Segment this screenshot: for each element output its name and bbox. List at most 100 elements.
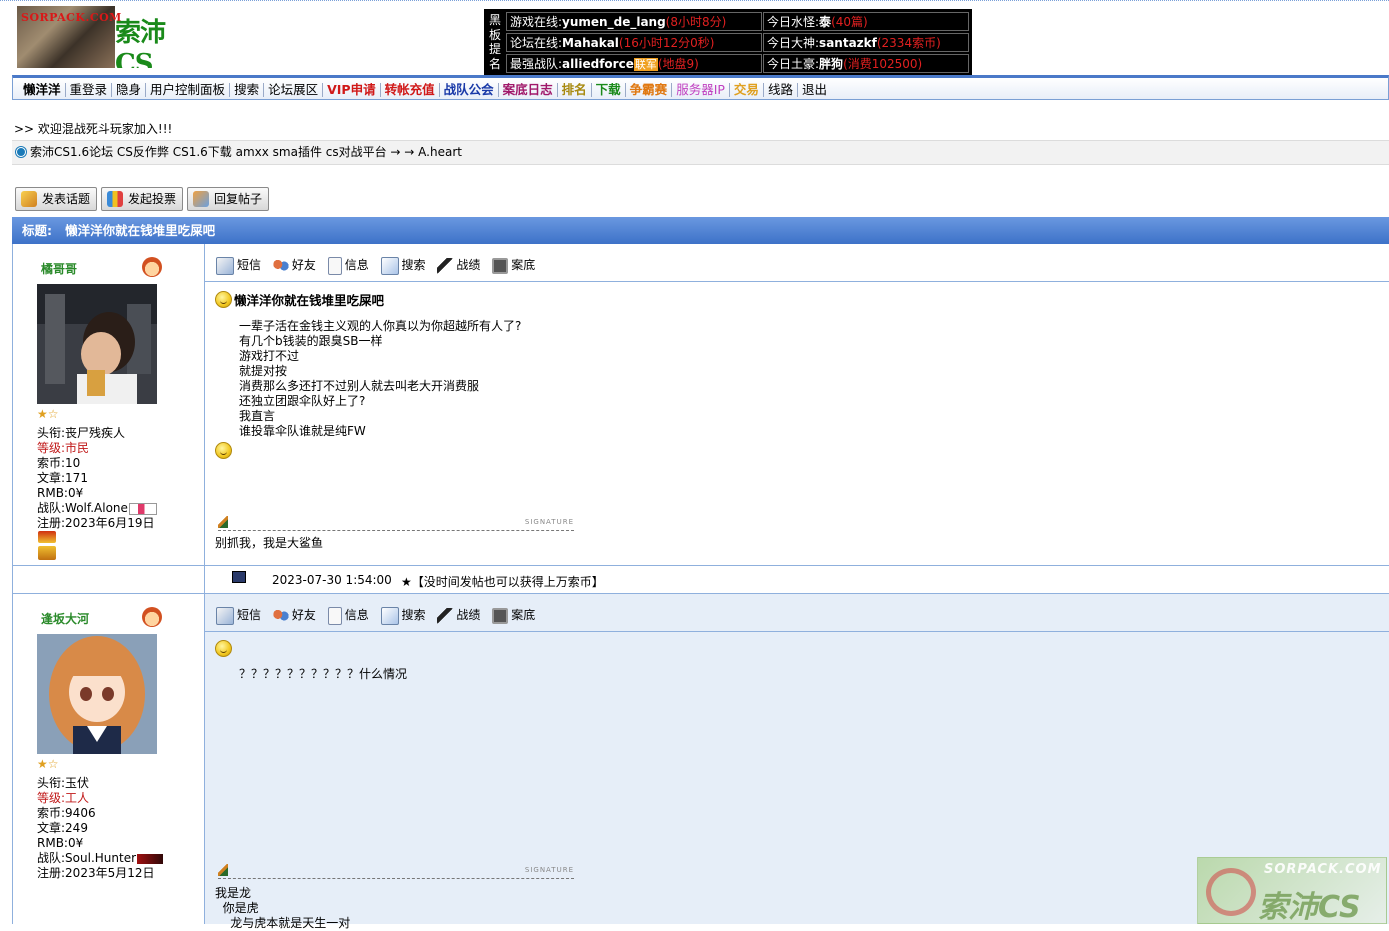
author-name[interactable]: 橘哥哥 — [41, 260, 77, 277]
post-1: 橘哥哥 ★☆ 头衔:丧尸残疾人 等级:市民 索币:10 文章:171 RMB:0… — [12, 244, 1389, 565]
post-line: ？？？？？？？？？？什么情况 — [239, 667, 408, 681]
board-rich-guy[interactable]: 今日土豪:胖狗(消费102500) — [763, 54, 969, 73]
new-poll-button[interactable]: 发起投票 — [101, 187, 184, 211]
post-1-footer: 2023-07-30 1:54:00 ★【没时间发帖也可以获得上万索币】 — [12, 565, 1389, 594]
nav-item-4[interactable]: 搜索 — [230, 83, 265, 97]
board-game-online[interactable]: 游戏在线:yumen_de_lang(8小时8分) — [506, 12, 762, 31]
author-team[interactable]: Wolf.Alone — [65, 501, 128, 515]
post-body: ？？？？？？？？？？什么情况 SIGNATURE 我是龙 你是虎 龙与虎本就是天… — [215, 640, 1379, 930]
document-icon — [327, 606, 342, 625]
nav-item-8[interactable]: 战队公会 — [440, 83, 499, 97]
board-strongest-team[interactable]: 最强战队:alliedforce联军(地盘9) — [506, 54, 762, 73]
author-register-date: 2023年6月19日 — [65, 516, 155, 530]
avatar[interactable] — [37, 634, 157, 754]
tool-search[interactable]: 搜索 — [380, 606, 426, 625]
nav-item-15[interactable]: 线路 — [764, 83, 798, 97]
author-name[interactable]: 逢坂大河 — [41, 610, 89, 627]
signature-divider: SIGNATURE — [218, 516, 574, 531]
tool-info[interactable]: 信息 — [327, 256, 369, 275]
new-topic-button[interactable]: 发表话题 — [15, 187, 98, 211]
nav-item-0[interactable]: 懒洋洋 — [19, 83, 66, 97]
breadcrumb: 索沛CS1.6论坛 CS反作弊 CS1.6下载 amxx sma插件 cs对战平… — [12, 140, 1389, 165]
friends-icon — [272, 607, 289, 624]
tool-case[interactable]: 案底 — [492, 606, 535, 624]
board-forum-online[interactable]: 论坛在线:Mahakal(16小时12分0秒) — [506, 33, 762, 52]
post-line: 游戏打不过 — [239, 349, 300, 363]
envelope-icon — [216, 256, 234, 275]
avatar[interactable] — [37, 284, 157, 404]
post-line: 谁投靠伞队谁就是纯FW — [239, 424, 366, 438]
rank-stars: ★☆ — [37, 407, 59, 421]
search-icon — [380, 256, 399, 275]
signature-line: 我是龙 — [215, 886, 252, 900]
nav-item-12[interactable]: 争霸赛 — [626, 83, 673, 97]
post-line: 消费那么多还打不过别人就去叫老大开消费服 — [239, 379, 480, 393]
footer-note[interactable]: ★【没时间发帖也可以获得上万索币】 — [401, 573, 604, 590]
reply-button[interactable]: 回复帖子 — [187, 187, 270, 211]
nav-item-6[interactable]: VIP申请 — [323, 83, 381, 97]
logo-cs-text: 索沛CS — [115, 18, 166, 68]
nav-item-13[interactable]: 服务器IP — [672, 83, 730, 97]
computer-icon[interactable] — [232, 571, 246, 583]
nav-item-11[interactable]: 下载 — [592, 83, 626, 97]
post-line: 有几个b钱装的跟臭SB一样 — [239, 334, 383, 348]
nav-item-7[interactable]: 转帐充值 — [381, 83, 440, 97]
welcome-message: >> 欢迎混战死斗玩家加入!!! — [14, 122, 173, 136]
nav-item-5[interactable]: 论坛展区 — [264, 83, 324, 97]
board-great-god[interactable]: 今日大神:santazkf(2334索币) — [763, 33, 969, 52]
post-tools: 短信 好友 信息 搜索 战绩 案底 — [216, 256, 543, 275]
author-title: 丧尸残疾人 — [65, 426, 126, 440]
signature-line: 你是虎 — [215, 901, 259, 915]
top-border — [0, 0, 1389, 1]
site-watermark: SORPACK.COM 索沛CS — [1197, 857, 1387, 925]
monitor-icon — [492, 607, 509, 624]
author-info: 头衔:玉伏 等级:工人 索币:9406 文章:249 RMB:0¥ 战队:Sou… — [37, 776, 164, 881]
nav-item-14[interactable]: 交易 — [730, 83, 764, 97]
tool-friend[interactable]: 好友 — [272, 256, 316, 274]
tool-search[interactable]: 搜索 — [380, 256, 426, 275]
author-title: 玉伏 — [65, 776, 90, 790]
board-water-monster[interactable]: 今日水怪:泰(40篇) — [763, 12, 969, 31]
author-coins: 9406 — [65, 806, 96, 820]
pencil-paper-icon — [21, 191, 37, 207]
blackboard-panel: 黑 板 提 名 游戏在线:yumen_de_lang(8小时8分) 今日水怪:泰… — [484, 9, 972, 77]
thread-title-text: 懒洋洋你就在钱堆里吃屎吧 — [65, 223, 216, 238]
post-line: 就提对按 — [239, 364, 288, 378]
site-logo[interactable]: SORPACK.COM 索沛CS — [17, 6, 199, 68]
team-tag-badge: 联军 — [633, 58, 658, 71]
tool-info[interactable]: 信息 — [327, 606, 369, 625]
tool-friend[interactable]: 好友 — [272, 606, 316, 624]
signature-line: 别抓我，我是大鲨鱼 — [215, 536, 324, 550]
nav-item-10[interactable]: 排名 — [558, 83, 592, 97]
envelope-icon — [216, 606, 234, 625]
post-header-divider — [205, 281, 1389, 282]
nav-item-2[interactable]: 隐身 — [112, 83, 147, 97]
main-nav-bar: 懒洋洋 重登录 隐身 用户控制面板 搜索 论坛展区 VIP申请 转帐充值 战队公会 案底日志 排名下… — [12, 75, 1389, 100]
breadcrumb-text[interactable]: 索沛CS1.6论坛 CS反作弊 CS1.6下载 amxx sma插件 cs对战平… — [30, 145, 462, 159]
post-time: 2023-07-30 1:54:00 — [272, 573, 392, 587]
smile-icon — [215, 640, 232, 657]
author-level: 工人 — [65, 791, 90, 805]
reply-arrow-icon — [193, 191, 210, 207]
tool-message[interactable]: 短信 — [216, 606, 261, 625]
gender-face-icon — [142, 257, 162, 277]
author-coins: 10 — [65, 456, 81, 470]
nav-item-9[interactable]: 案底日志 — [499, 83, 558, 97]
nav-item-1[interactable]: 重登录 — [66, 83, 113, 97]
tool-record[interactable]: 战绩 — [437, 606, 480, 624]
thread-title-label: 标题: — [22, 223, 52, 238]
pen-icon — [218, 516, 228, 528]
search-icon — [380, 606, 399, 625]
pen-icon — [218, 864, 228, 876]
post-content: 一辈子活在金钱主义观的人你真以为你超越所有人了? 有几个b钱装的跟臭SB一样 游戏打… — [239, 319, 1379, 439]
bar-chart-icon — [107, 191, 124, 207]
tool-record[interactable]: 战绩 — [437, 256, 480, 274]
gender-face-icon — [142, 607, 162, 627]
tool-case[interactable]: 案底 — [492, 256, 535, 274]
tool-message[interactable]: 短信 — [216, 256, 261, 275]
nav-item-3[interactable]: 用户控制面板 — [146, 83, 231, 97]
trophy-icon — [38, 546, 56, 560]
nav-item-16[interactable]: 退出 — [798, 83, 831, 97]
team-badge-icon — [128, 502, 157, 515]
author-team[interactable]: Soul.Hunter — [65, 851, 136, 865]
